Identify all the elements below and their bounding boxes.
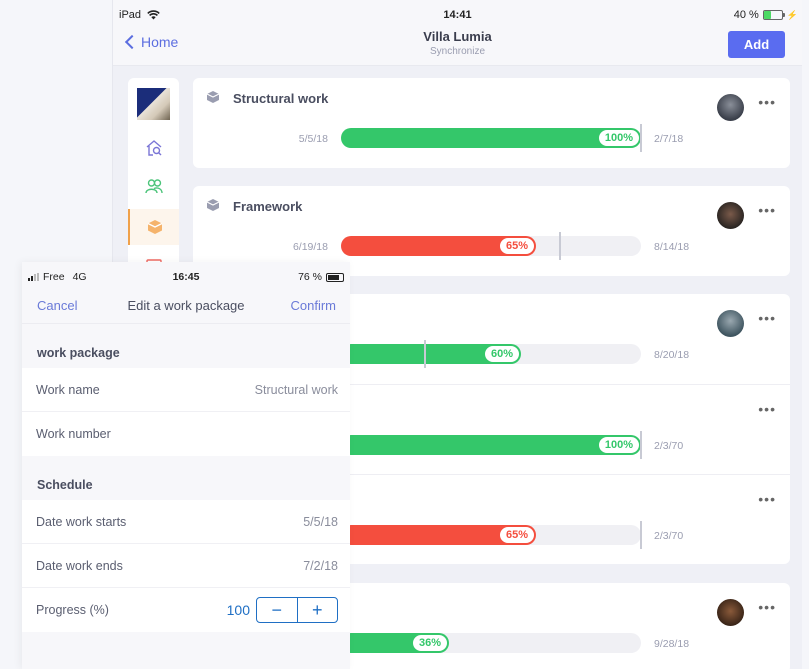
section-title: Schedule: [37, 478, 93, 492]
progress-track: 65%: [341, 232, 641, 260]
planned-date-marker: [424, 340, 426, 368]
ipad-status-bar: iPad 14:41 40 % ⚡: [113, 0, 802, 26]
planned-date-marker: [640, 521, 642, 549]
project-sidebar: [128, 78, 179, 278]
package-icon: [206, 91, 220, 103]
ipad-clock: 14:41: [443, 9, 472, 21]
sync-subtitle[interactable]: Synchronize: [113, 46, 802, 57]
progress-value: 100: [226, 602, 250, 618]
end-date-field[interactable]: Date work ends 7/2/18: [22, 544, 350, 588]
package-icon: [147, 220, 162, 234]
progress-badge: 60%: [483, 345, 520, 363]
section-header-schedule: Schedule: [22, 456, 350, 500]
work-package-title[interactable]: Structural work: [233, 91, 328, 106]
more-options-icon[interactable]: •••: [758, 203, 776, 217]
sidebar-item-packages[interactable]: [128, 209, 179, 245]
work-number-field[interactable]: Work number: [22, 412, 350, 456]
confirm-button[interactable]: Confirm: [290, 298, 336, 313]
end-date: 2/7/18: [654, 133, 684, 145]
field-label: Date work ends: [36, 559, 123, 573]
work-package-title[interactable]: Framework: [233, 199, 302, 214]
work-name-value[interactable]: Structural work: [255, 383, 338, 397]
assignee-avatar[interactable]: [717, 599, 744, 626]
decrement-button[interactable]: −: [257, 598, 297, 622]
progress-track: 65%: [341, 521, 642, 549]
field-label: Date work starts: [36, 515, 127, 529]
phone-edit-screen: Free 4G 16:45 76 % Cancel Edit a work pa…: [22, 262, 350, 669]
planned-date-marker: [640, 431, 642, 459]
progress-badge: 100%: [597, 436, 640, 454]
charging-icon: ⚡: [786, 9, 798, 20]
field-label: Work name: [36, 383, 100, 397]
progress-track: 36%: [341, 633, 641, 653]
more-options-icon[interactable]: •••: [758, 492, 776, 506]
end-date: 2/3/70: [654, 530, 684, 542]
progress-badge: 65%: [498, 237, 535, 255]
field-label: Work number: [36, 427, 111, 441]
sidebar-item-overview[interactable]: [128, 130, 179, 166]
package-icon: [206, 199, 220, 211]
end-date: 2/3/70: [654, 440, 684, 452]
phone-nav-bar: Cancel Edit a work package Confirm: [22, 292, 350, 324]
more-options-icon[interactable]: •••: [758, 600, 776, 614]
start-date: 5/5/18: [298, 133, 328, 145]
house-search-icon: [146, 140, 161, 156]
add-button[interactable]: Add: [728, 31, 785, 58]
progress-badge: 65%: [498, 526, 535, 544]
phone-battery-icon: [326, 272, 344, 282]
sidebar-item-team[interactable]: [128, 168, 179, 204]
progress-track: 100%: [341, 431, 642, 459]
schedule-form: Date work starts 5/5/18 Date work ends 7…: [22, 500, 350, 632]
more-options-icon[interactable]: •••: [758, 95, 776, 109]
project-thumbnail[interactable]: [137, 88, 170, 120]
progress-field: Progress (%) 100 − +: [22, 588, 350, 632]
progress-fill: [341, 128, 641, 148]
assignee-avatar[interactable]: [717, 202, 744, 229]
start-date-value[interactable]: 5/5/18: [303, 515, 338, 529]
work-package-form: Work name Structural work Work number: [22, 368, 350, 456]
section-header-work-package: work package: [22, 324, 350, 368]
phone-battery-percent: 76 %: [298, 271, 322, 283]
end-date: 8/14/18: [654, 241, 690, 253]
progress-badge: 36%: [411, 634, 448, 652]
assignee-avatar[interactable]: [717, 94, 744, 121]
planned-date-marker: [640, 124, 642, 152]
work-package-card[interactable]: Structural work ••• 5/5/18 100% 2/7/18: [193, 78, 790, 168]
progress-track: 60%: [341, 340, 641, 368]
page-title: Villa Lumia: [423, 29, 492, 44]
end-date: 8/20/18: [654, 349, 690, 361]
end-date-value[interactable]: 7/2/18: [303, 559, 338, 573]
start-date-field[interactable]: Date work starts 5/5/18: [22, 500, 350, 544]
more-options-icon[interactable]: •••: [758, 311, 776, 325]
progress-stepper[interactable]: − +: [256, 597, 338, 623]
phone-status-bar: Free 4G 16:45 76 %: [22, 262, 350, 292]
progress-fill: [341, 435, 641, 455]
ipad-nav-bar: Home Villa Lumia Synchronize Add: [113, 26, 802, 66]
section-title: work package: [37, 346, 120, 360]
start-date: 6/19/18: [292, 241, 328, 253]
more-options-icon[interactable]: •••: [758, 402, 776, 416]
field-label: Progress (%): [36, 603, 109, 617]
work-package-row[interactable]: Structural work ••• 5/5/18 100% 2/7/18: [193, 78, 790, 168]
battery-percent: 40 %: [733, 9, 759, 21]
battery-icon: [762, 10, 785, 20]
end-date: 9/28/18: [654, 638, 690, 650]
users-icon: [144, 179, 163, 194]
work-name-field[interactable]: Work name Structural work: [22, 368, 350, 412]
progress-badge: 100%: [597, 129, 640, 147]
increment-button[interactable]: +: [296, 598, 338, 622]
planned-date-marker: [559, 232, 561, 260]
assignee-avatar[interactable]: [717, 310, 744, 337]
progress-track: 100%: [341, 124, 642, 152]
